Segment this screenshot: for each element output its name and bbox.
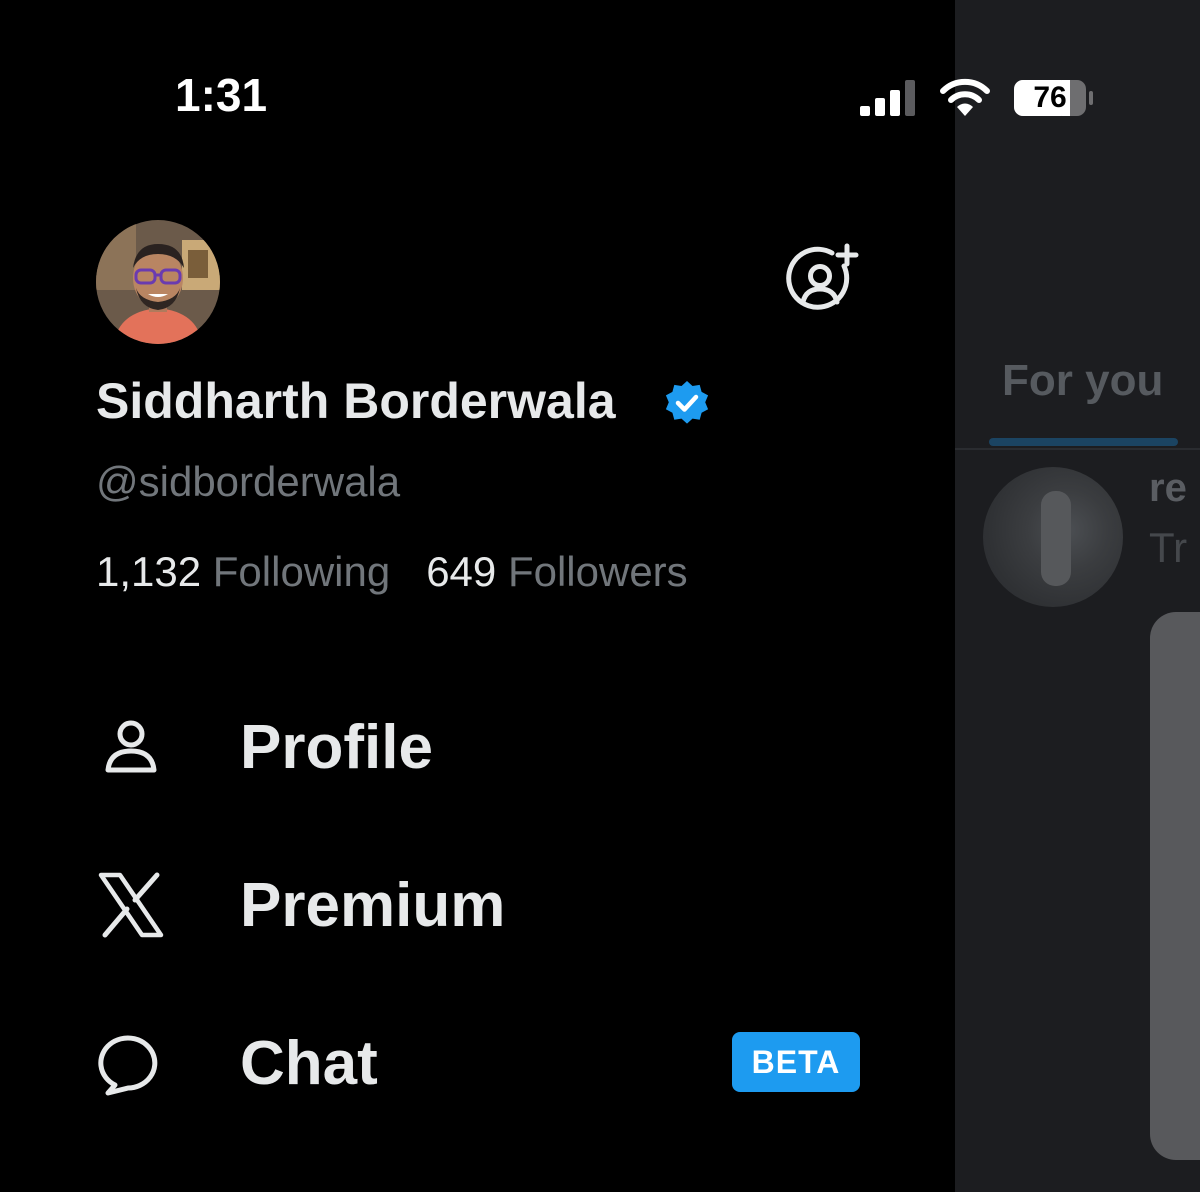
user-handle[interactable]: @sidborderwala [96, 458, 400, 506]
verified-badge-icon [665, 381, 709, 424]
user-avatar[interactable] [96, 220, 220, 344]
person-icon [105, 720, 157, 773]
signal-icon [860, 80, 915, 116]
menu-item-premium[interactable]: Premium [90, 848, 870, 958]
post-author-name[interactable]: re [1149, 466, 1187, 511]
follow-stats: 1,132 Following 649 Followers [96, 548, 688, 596]
user-display-name[interactable]: Siddharth Borderwala [96, 372, 616, 430]
status-time: 1:31 [175, 69, 268, 121]
followers-link[interactable]: 649 Followers [426, 548, 687, 595]
followers-label: Followers [507, 548, 688, 595]
post-media-card[interactable] [1150, 612, 1200, 1160]
following-count: 1,132 [96, 548, 202, 595]
menu-item-chat[interactable]: Chat BETA [90, 1006, 870, 1116]
battery-percentage: 76 [1033, 81, 1067, 114]
post-text: Tr [1149, 524, 1188, 571]
wifi-icon [940, 78, 990, 116]
following-link[interactable]: 1,132 Following [96, 548, 390, 595]
menu-item-label: Premium [240, 871, 506, 940]
menu-item-label: Chat [240, 1029, 378, 1098]
home-timeline-dimmed[interactable]: For you re Tr [955, 0, 1200, 1192]
following-label: Following [212, 548, 391, 595]
app-screen: For you re Tr 1:31 76 Siddharth Borderwa… [0, 0, 1200, 1192]
beta-badge: BETA [732, 1032, 860, 1092]
x-logo-icon [98, 872, 164, 938]
tab-for-you[interactable]: For you [1002, 356, 1163, 406]
menu-item-profile[interactable]: Profile [90, 690, 870, 800]
tab-active-indicator [989, 438, 1178, 446]
followers-count: 649 [426, 548, 497, 595]
menu-item-label: Profile [240, 713, 433, 782]
tab-divider [955, 448, 1200, 450]
add-account-icon[interactable] [786, 242, 862, 318]
chat-bubble-icon [98, 1035, 158, 1096]
post-author-avatar[interactable] [983, 467, 1123, 607]
